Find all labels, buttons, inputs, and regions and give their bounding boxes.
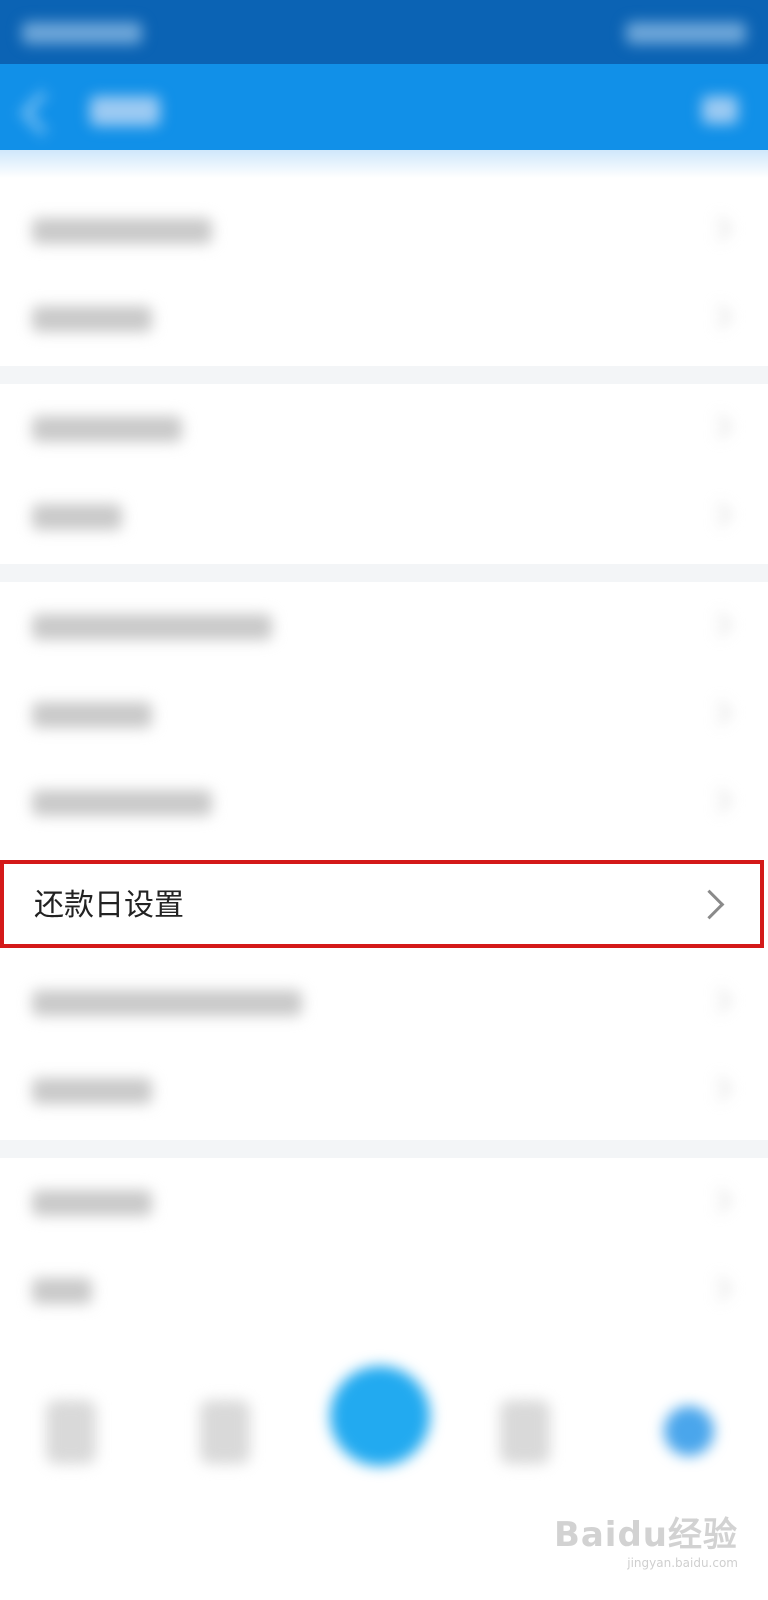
settings-row[interactable] [0, 472, 768, 560]
chevron-right-icon [707, 502, 732, 527]
page-title [90, 96, 160, 126]
settings-row[interactable] [0, 670, 768, 758]
nav-tab-icon[interactable] [500, 1400, 550, 1464]
chevron-right-icon [707, 1276, 732, 1301]
status-bar-right-info [626, 22, 746, 44]
settings-row[interactable] [0, 1246, 768, 1334]
nav-home-icon[interactable] [46, 1400, 96, 1464]
repayment-day-settings-row[interactable]: 还款日设置 [0, 860, 764, 948]
group-divider [0, 366, 768, 384]
chevron-right-icon [707, 414, 732, 439]
status-bar-left-info [22, 22, 142, 44]
chevron-right-icon [707, 1076, 732, 1101]
chevron-right-icon [707, 304, 732, 329]
repayment-day-settings-label: 还款日设置 [34, 888, 184, 923]
watermark-site: jingyan.baidu.com [627, 1556, 738, 1570]
settings-row[interactable] [0, 758, 768, 846]
chevron-right-icon [694, 889, 725, 920]
menu-icon[interactable] [702, 96, 738, 124]
chevron-right-icon [707, 1188, 732, 1213]
group-divider [0, 1140, 768, 1158]
settings-row[interactable] [0, 958, 768, 1046]
nav-profile-icon[interactable] [664, 1406, 714, 1456]
center-action-button[interactable] [330, 1366, 430, 1466]
status-bar [0, 0, 768, 64]
app-bar-shadow [0, 150, 768, 178]
chevron-right-icon [707, 612, 732, 637]
settings-row[interactable] [0, 186, 768, 274]
watermark: Baidu经验 jingyan.baidu.com [554, 1507, 738, 1570]
settings-row[interactable] [0, 582, 768, 670]
settings-row[interactable] [0, 274, 768, 362]
group-divider [0, 564, 768, 582]
settings-row[interactable] [0, 1158, 768, 1246]
chevron-right-icon [707, 216, 732, 241]
chevron-right-icon [707, 988, 732, 1013]
settings-row[interactable] [0, 384, 768, 472]
nav-tab-icon[interactable] [200, 1400, 250, 1464]
settings-row[interactable] [0, 1046, 768, 1134]
chevron-right-icon [707, 700, 732, 725]
chevron-right-icon [707, 788, 732, 813]
watermark-brand: Baidu经验 [553, 1515, 738, 1555]
